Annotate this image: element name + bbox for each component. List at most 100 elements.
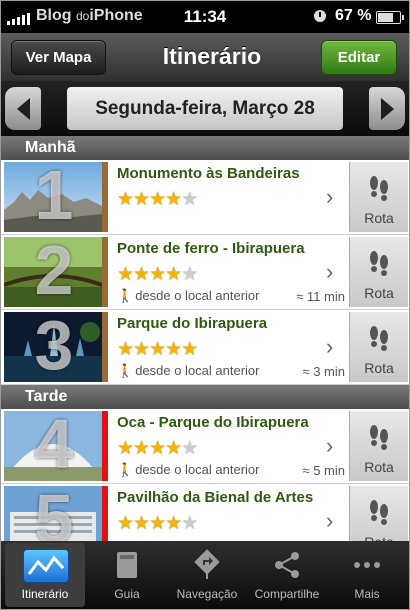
route-button[interactable]: Rota — [349, 312, 408, 382]
walk-text: desde o local anterior — [135, 462, 260, 477]
route-label: Rota — [364, 285, 394, 301]
item-number: 2 — [34, 237, 74, 307]
route-label: Rota — [364, 459, 394, 475]
place-thumbnail: 1 — [4, 162, 102, 232]
tab-mais[interactable]: Mais — [327, 543, 407, 607]
star-filled-icon: ★ — [117, 513, 134, 534]
period-marker — [102, 237, 108, 307]
walk-duration: ≈ 3 min — [302, 364, 345, 379]
walk-duration: ≈ 11 min — [296, 289, 345, 304]
star-filled-icon: ★ — [149, 189, 166, 210]
route-button[interactable]: Rota — [349, 237, 408, 307]
route-button[interactable]: Rota — [349, 411, 408, 481]
item-number: 4 — [34, 411, 74, 481]
chevron-right-icon[interactable]: › — [326, 433, 333, 459]
star-filled-icon: ★ — [133, 438, 150, 459]
star-filled-icon: ★ — [181, 339, 198, 360]
date-selector: Segunda-feira, Março 28 — [1, 81, 409, 136]
walking-person-icon: 🚶 — [117, 462, 134, 477]
arrow-right-icon — [380, 97, 394, 120]
previous-day-button[interactable] — [5, 87, 41, 130]
app-frame: Blog doiPhone 11:34 67 % Ver Mapa Itiner… — [0, 0, 410, 610]
chevron-right-icon[interactable]: › — [326, 334, 333, 360]
place-title: Pavilhão da Bienal de Artes — [117, 489, 314, 506]
star-filled-icon: ★ — [149, 513, 166, 534]
section-header-afternoon: Tarde — [1, 385, 409, 409]
tab-label: Mais — [354, 587, 380, 601]
star-filled-icon: ★ — [149, 264, 166, 285]
star-filled-icon: ★ — [149, 339, 166, 360]
star-empty-icon: ★ — [181, 438, 198, 459]
more-icon — [354, 562, 380, 568]
star-filled-icon: ★ — [165, 438, 182, 459]
walking-person-icon: 🚶 — [117, 288, 134, 303]
item-number: 1 — [34, 162, 74, 232]
tab-bar: Itinerário Guia Navegação Compartilhe Ma… — [1, 541, 409, 609]
star-filled-icon: ★ — [165, 339, 182, 360]
walk-info: 🚶 desde o local anterior — [117, 462, 260, 478]
status-bar: Blog doiPhone 11:34 67 % — [1, 1, 409, 33]
tab-navegacao[interactable]: Navegação — [167, 543, 247, 607]
section-header-morning: Manhã — [1, 136, 409, 160]
tab-compartilhe[interactable]: Compartilhe — [247, 543, 327, 607]
star-empty-icon: ★ — [181, 513, 198, 534]
tab-guia[interactable]: Guia — [87, 543, 167, 607]
period-marker — [102, 312, 108, 382]
navigation-bar: Ver Mapa Itinerário Editar — [1, 33, 409, 81]
tab-itinerario[interactable]: Itinerário — [5, 543, 85, 607]
star-filled-icon: ★ — [117, 438, 134, 459]
place-thumbnail: 3 — [4, 312, 102, 382]
star-empty-icon: ★ — [181, 189, 198, 210]
star-rating: ★★★★★ — [117, 338, 198, 361]
walk-text: desde o local anterior — [135, 363, 260, 378]
tab-label: Navegação — [176, 587, 238, 601]
star-filled-icon: ★ — [165, 513, 182, 534]
place-title: Oca - Parque do Ibirapuera — [117, 414, 309, 431]
list-item[interactable]: 1 Monumento às Bandeiras ★★★★★ › Rota — [1, 160, 409, 235]
list-item[interactable]: 2 Ponte de ferro - Ibirapuera ★★★★★ 🚶 des… — [1, 235, 409, 310]
chevron-right-icon[interactable]: › — [326, 508, 333, 534]
place-title: Parque do Ibirapuera — [117, 315, 268, 332]
chevron-right-icon[interactable]: › — [326, 259, 333, 285]
star-filled-icon: ★ — [117, 264, 134, 285]
battery-percent: 67 % — [335, 7, 372, 24]
current-date: Segunda-feira, Março 28 — [67, 87, 343, 130]
star-rating: ★★★★★ — [117, 263, 198, 286]
turn-sign-icon — [194, 549, 220, 579]
place-thumbnail: 2 — [4, 237, 102, 307]
route-button[interactable]: Rota — [349, 162, 408, 232]
star-empty-icon: ★ — [181, 264, 198, 285]
walk-info: 🚶 desde o local anterior — [117, 288, 260, 304]
period-marker — [102, 411, 108, 481]
chevron-right-icon[interactable]: › — [326, 184, 333, 210]
star-filled-icon: ★ — [165, 264, 182, 285]
item-number: 3 — [34, 312, 74, 382]
star-filled-icon: ★ — [165, 189, 182, 210]
tab-label: Itinerário — [21, 587, 69, 601]
footprints-icon — [370, 425, 388, 450]
star-filled-icon: ★ — [117, 189, 134, 210]
list-item[interactable]: 3 Parque do Ibirapuera ★★★★★ 🚶 desde o lo… — [1, 310, 409, 385]
star-filled-icon: ★ — [117, 339, 134, 360]
walking-person-icon: 🚶 — [117, 363, 134, 378]
rotation-lock-icon — [314, 10, 326, 22]
walk-duration: ≈ 5 min — [302, 463, 345, 478]
place-thumbnail: 4 — [4, 411, 102, 481]
walk-info: 🚶 desde o local anterior — [117, 363, 260, 379]
chart-icon — [23, 549, 69, 583]
star-filled-icon: ★ — [133, 189, 150, 210]
list-item[interactable]: 4 Oca - Parque do Ibirapuera ★★★★★ 🚶 desd… — [1, 409, 409, 484]
period-marker — [102, 162, 108, 232]
tab-label: Compartilhe — [254, 587, 320, 601]
footprints-icon — [370, 500, 388, 525]
star-rating: ★★★★★ — [117, 437, 198, 460]
place-title: Monumento às Bandeiras — [117, 165, 300, 182]
footprints-icon — [370, 251, 388, 276]
star-rating: ★★★★★ — [117, 188, 198, 211]
section-label: Tarde — [25, 388, 68, 405]
view-map-button[interactable]: Ver Mapa — [11, 40, 106, 75]
star-rating: ★★★★★ — [117, 512, 198, 535]
next-day-button[interactable] — [369, 87, 405, 130]
page-title: Itinerário — [162, 43, 262, 69]
edit-button[interactable]: Editar — [321, 40, 397, 75]
